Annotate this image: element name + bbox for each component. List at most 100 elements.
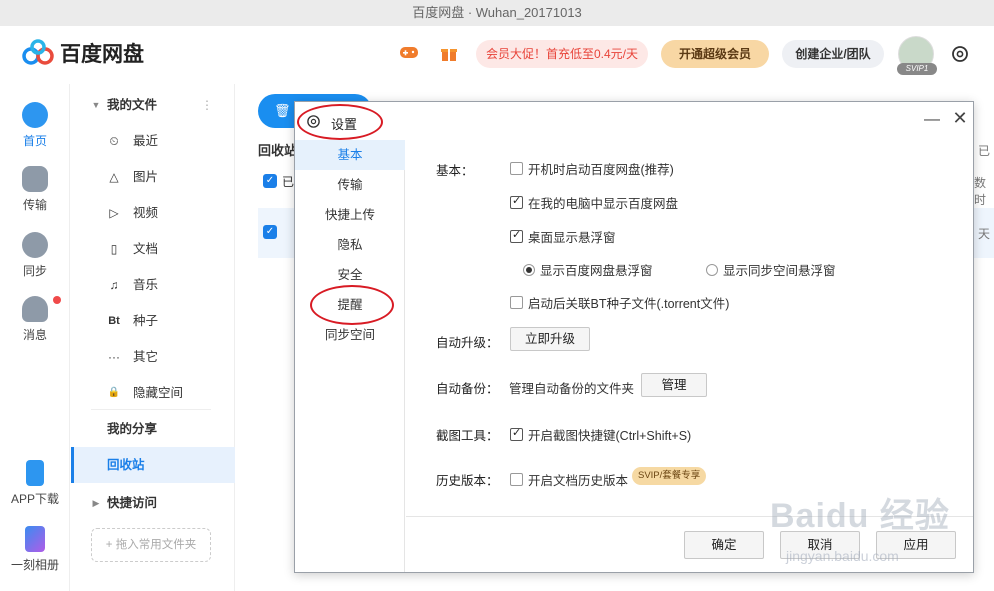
rail-item-message[interactable]: 消息	[0, 296, 70, 343]
svip-badge: SVIP1	[897, 63, 937, 75]
tree-my-files-label: 我的文件	[107, 98, 158, 112]
tree-item-recent[interactable]: ⏲ 最近	[71, 123, 235, 159]
rail-item-album[interactable]: 一刻相册	[0, 526, 70, 573]
phone-icon	[26, 460, 44, 486]
tree-item-images[interactable]: △ 图片	[71, 159, 235, 195]
tree-item-label: 文档	[133, 242, 159, 256]
tree-my-share-label: 我的分享	[107, 422, 158, 436]
headphones-icon: ♫	[109, 278, 119, 292]
float-window-checkbox[interactable]	[510, 228, 523, 243]
screenshot-checkbox[interactable]	[510, 426, 523, 441]
radio-netdisk-label: 显示百度网盘悬浮窗	[540, 264, 653, 278]
ellipsis-icon: ···	[108, 350, 120, 364]
open-svip-button[interactable]: 开通超级会员	[661, 40, 769, 68]
radio-netdisk-option[interactable]: 显示百度网盘悬浮窗	[523, 260, 653, 279]
drop-folder-zone[interactable]: + 拖入常用文件夹	[91, 528, 211, 562]
caret-right-icon: ▶	[92, 498, 100, 508]
row-checkbox[interactable]: ✓	[263, 225, 277, 239]
show-in-pc-checkbox[interactable]	[510, 194, 523, 209]
album-icon	[25, 526, 45, 552]
backup-label: 自动备份：	[436, 382, 499, 396]
backup-text: 管理自动备份的文件夹	[509, 382, 635, 396]
nav-privacy[interactable]: 隐私	[295, 230, 405, 260]
rail-item-sync[interactable]: 同步	[0, 232, 70, 279]
watermark-text: Baidu 经验	[770, 497, 950, 535]
tree-divider	[91, 409, 211, 410]
bt-assoc-option[interactable]: 启动后关联BT种子文件(.torrent文件)	[510, 293, 729, 312]
promo-banner[interactable]: 会员大促！首充低至0.4元/天	[476, 40, 649, 68]
settings-gear-icon[interactable]	[950, 44, 970, 64]
recycle-title: 回收站	[258, 143, 298, 158]
tree-item-documents[interactable]: ▯ 文档	[71, 231, 235, 267]
rail-item-label: 同步	[22, 264, 47, 278]
history-label: 历史版本：	[436, 474, 499, 488]
transfer-icon	[22, 166, 48, 192]
show-in-pc-option[interactable]: 在我的电脑中显示百度网盘	[510, 193, 678, 212]
left-rail: 首页 传输 同步 消息 APP下载 一刻相册	[0, 84, 70, 591]
float-window-option[interactable]: 桌面显示悬浮窗	[510, 227, 616, 246]
radio-sync-option[interactable]: 显示同步空间悬浮窗	[706, 260, 836, 279]
settings-content: 基本： 开机时启动百度网盘(推荐) 在我的电脑中显示百度网盘 桌面显示悬浮窗 显…	[406, 140, 973, 530]
show-in-pc-label: 在我的电脑中显示百度网盘	[528, 197, 679, 211]
close-button[interactable]: ✕	[950, 108, 970, 128]
play-icon: ▷	[109, 206, 119, 220]
rail-item-transfer[interactable]: 传输	[0, 166, 70, 213]
tree-item-other[interactable]: ··· 其它	[71, 339, 235, 375]
gift-icon[interactable]	[438, 44, 460, 66]
tree-item-label: 种子	[133, 314, 159, 328]
screenshot-label: 截图工具：	[436, 429, 499, 443]
tree-my-share[interactable]: 我的分享	[71, 411, 235, 447]
image-icon: △	[109, 170, 119, 184]
bt-assoc-checkbox[interactable]	[510, 296, 523, 309]
radio-sync[interactable]	[706, 263, 718, 276]
tree-recycle-bin[interactable]: 回收站	[71, 447, 235, 483]
tree-quick-access[interactable]: ▶ 快捷访问	[71, 485, 235, 521]
screenshot-option-label: 开启截图快捷键(Ctrl+Shift+S)	[528, 429, 692, 443]
create-team-button[interactable]: 创建企业/团队	[782, 40, 884, 68]
rail-item-home[interactable]: 首页	[0, 102, 70, 149]
trash-icon: 🗑	[274, 103, 291, 118]
more-icon[interactable]: ⋮	[201, 87, 213, 123]
caret-down-icon: ▼	[91, 100, 101, 110]
column-right-label: 数时	[974, 176, 987, 207]
tree-item-label: 视频	[133, 206, 159, 220]
rail-item-label: 消息	[22, 328, 47, 342]
lock-icon: 🔒	[107, 387, 121, 398]
clock-icon: ⏲	[109, 134, 119, 148]
sync-icon	[22, 232, 48, 258]
baidu-netdisk-logo-icon	[22, 39, 54, 65]
file-tree: ▼ 我的文件 ⋮ ⏲ 最近 △ 图片 ▷ 视频 ▯ 文档 ♫ 音乐 Bt 种子 …	[71, 84, 235, 591]
screenshot-option[interactable]: 开启截图快捷键(Ctrl+Shift+S)	[510, 425, 691, 444]
tree-item-hidden-space[interactable]: 🔒 隐藏空间	[71, 375, 235, 411]
autostart-option[interactable]: 开机时启动百度网盘(推荐)	[510, 159, 674, 178]
manage-backup-button[interactable]: 管理	[641, 373, 707, 397]
nav-basic[interactable]: 基本	[295, 140, 405, 170]
header-right-label: 已	[978, 144, 991, 158]
history-option[interactable]: 开启文档历史版本	[510, 470, 628, 489]
rail-item-app-download[interactable]: APP下载	[0, 460, 70, 507]
upgrade-now-button[interactable]: 立即升级	[510, 327, 590, 351]
tree-item-videos[interactable]: ▷ 视频	[71, 195, 235, 231]
tree-item-torrents[interactable]: Bt 种子	[71, 303, 235, 339]
annotation-ellipse-settings	[297, 104, 383, 140]
tree-item-music[interactable]: ♫ 音乐	[71, 267, 235, 303]
tree-quick-access-label: 快捷访问	[107, 496, 158, 510]
autostart-checkbox[interactable]	[510, 162, 523, 175]
rail-item-label: 传输	[22, 198, 47, 212]
cloud-icon	[22, 102, 48, 128]
minimize-button[interactable]: —	[922, 110, 942, 130]
nav-transfer[interactable]: 传输	[295, 170, 405, 200]
tree-recycle-label: 回收站	[107, 458, 145, 472]
radio-netdisk[interactable]	[523, 263, 535, 276]
unread-dot	[53, 296, 61, 304]
select-all-checkbox[interactable]: ✓	[263, 174, 277, 188]
tree-my-files[interactable]: ▼ 我的文件 ⋮	[71, 87, 235, 123]
history-checkbox[interactable]	[510, 473, 523, 486]
autostart-label: 开机时启动百度网盘(推荐)	[528, 163, 674, 177]
ok-button[interactable]: 确定	[684, 531, 764, 559]
nav-quick-upload[interactable]: 快捷上传	[295, 200, 405, 230]
avatar[interactable]: SVIP1	[897, 36, 937, 75]
tree-item-label: 最近	[133, 134, 159, 148]
bt-icon: Bt	[108, 315, 120, 327]
game-icon[interactable]	[398, 44, 420, 66]
